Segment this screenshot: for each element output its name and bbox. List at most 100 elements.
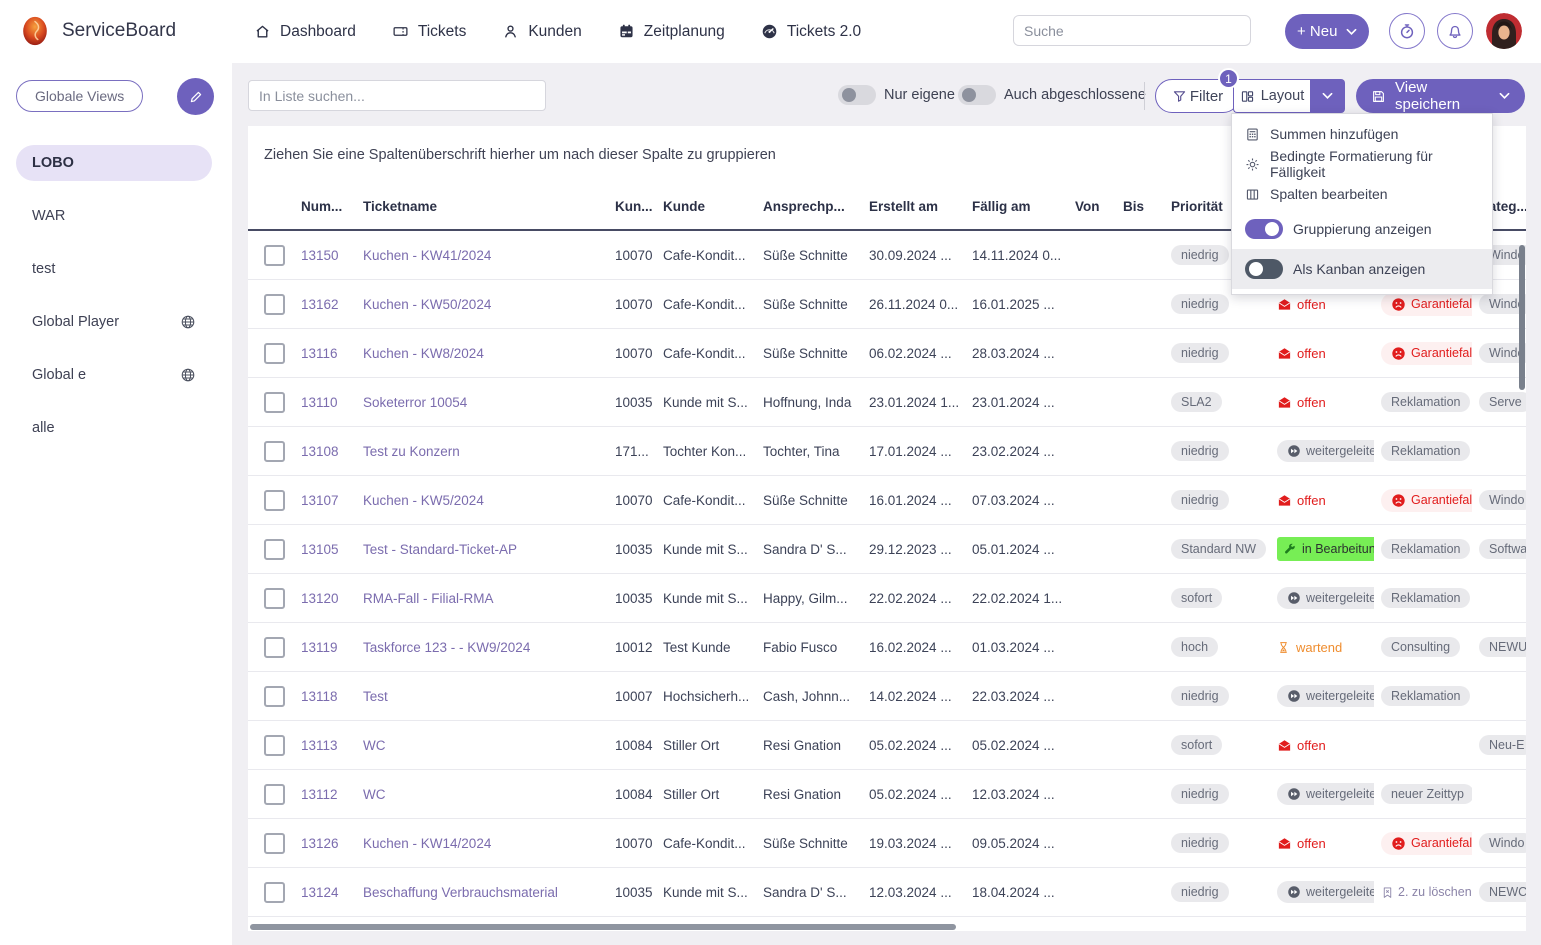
row-checkbox[interactable] (264, 343, 285, 364)
row-checkbox[interactable] (264, 833, 285, 854)
sidebar-item-global-player[interactable]: Global Player (16, 304, 212, 340)
table-row[interactable]: 13126Kuchen - KW14/202410070Cafe-Kondit.… (248, 819, 1526, 868)
table-row[interactable]: 13113WC10084Stiller OrtResi Gnation05.02… (248, 721, 1526, 770)
timer-button[interactable] (1389, 13, 1425, 49)
nav-item-kunden[interactable]: Kunden (502, 23, 581, 41)
sidebar-item-test[interactable]: test (16, 251, 212, 287)
row-checkbox[interactable] (264, 882, 285, 903)
row-checkbox[interactable] (264, 490, 285, 511)
sidebar-item-war[interactable]: WAR (16, 198, 212, 234)
menu-item-bedingte-formatierung-für-fälligkeit[interactable]: Bedingte Formatierung für Fälligkeit (1232, 149, 1492, 179)
row-checkbox[interactable] (264, 245, 285, 266)
nav-item-tickets-2-0[interactable]: Tickets 2.0 (761, 23, 861, 41)
vertical-scrollbar[interactable] (1519, 245, 1525, 390)
layout-button-main[interactable]: Layout (1233, 79, 1310, 113)
include-closed-toggle[interactable] (958, 85, 996, 105)
ticket-number-link[interactable]: 13119 (301, 640, 338, 655)
table-row[interactable]: 13119Taskforce 123 - - KW9/202410012Test… (248, 623, 1526, 672)
sidebar-item-global-e[interactable]: Global e (16, 357, 212, 393)
user-avatar[interactable] (1486, 13, 1522, 49)
ticket-number-link[interactable]: 13118 (301, 689, 338, 704)
gruppierung-anzeigen-toggle[interactable] (1245, 219, 1283, 239)
nav-item-tickets[interactable]: Tickets (392, 23, 467, 41)
ticket-number-link[interactable]: 13110 (301, 395, 338, 410)
table-row[interactable]: 13105Test - Standard-Ticket-AP10035Kunde… (248, 525, 1526, 574)
layout-dropdown-arrow[interactable] (1310, 79, 1345, 113)
table-row[interactable]: 13107Kuchen - KW5/202410070Cafe-Kondit..… (248, 476, 1526, 525)
column-header-num[interactable]: Num... (294, 199, 356, 214)
global-search-input[interactable] (1013, 15, 1251, 46)
row-checkbox[interactable] (264, 686, 285, 707)
table-row[interactable]: 13108Test zu Konzern171...Tochter Kon...… (248, 427, 1526, 476)
column-header-kunde[interactable]: Kunde (656, 199, 756, 214)
menu-item-gruppierung-anzeigen[interactable]: Gruppierung anzeigen (1232, 209, 1492, 249)
menu-item-summen-hinzufügen[interactable]: Summen hinzufügen (1232, 119, 1492, 149)
layout-button[interactable]: Layout (1233, 79, 1345, 113)
save-view-button[interactable]: View speichern (1356, 79, 1525, 113)
row-checkbox[interactable] (264, 539, 285, 560)
row-checkbox[interactable] (264, 735, 285, 756)
column-header-fällig-am[interactable]: Fällig am (965, 199, 1068, 214)
ticket-name-link[interactable]: Taskforce 123 - - KW9/2024 (363, 640, 530, 655)
row-checkbox[interactable] (264, 441, 285, 462)
ticket-name-link[interactable]: Kuchen - KW8/2024 (363, 346, 484, 361)
ticket-number-link[interactable]: 13107 (301, 493, 339, 508)
row-checkbox[interactable] (264, 784, 285, 805)
ticket-name-link[interactable]: Test zu Konzern (363, 444, 460, 459)
ticket-name-link[interactable]: Soketerror 10054 (363, 395, 467, 410)
menu-item-spalten-bearbeiten[interactable]: Spalten bearbeiten (1232, 179, 1492, 209)
ticket-name-link[interactable]: Kuchen - KW14/2024 (363, 836, 491, 851)
table-row[interactable]: 13124Beschaffung Verbrauchsmaterial10035… (248, 868, 1526, 917)
ticket-number-link[interactable]: 13150 (301, 248, 339, 263)
horizontal-scrollbar[interactable] (250, 924, 956, 930)
ticket-number-link[interactable]: 13126 (301, 836, 339, 851)
ticket-number-link[interactable]: 13108 (301, 444, 339, 459)
row-checkbox[interactable] (264, 637, 285, 658)
ticket-number-link[interactable]: 13124 (301, 885, 339, 900)
only-own-toggle[interactable] (838, 85, 876, 105)
column-header-von[interactable]: Von (1068, 199, 1116, 214)
table-row[interactable]: 13118Test10007Hochsicherh...Cash, Johnn.… (248, 672, 1526, 721)
column-header-ticketname[interactable]: Ticketname (356, 199, 608, 214)
ticket-name-link[interactable]: Kuchen - KW41/2024 (363, 248, 491, 263)
ticket-name-link[interactable]: Kuchen - KW5/2024 (363, 493, 484, 508)
ticket-name-link[interactable]: WC (363, 787, 386, 802)
table-row[interactable]: 13116Kuchen - KW8/202410070Cafe-Kondit..… (248, 329, 1526, 378)
ticket-number-link[interactable]: 13120 (301, 591, 339, 606)
ticket-number-link[interactable]: 13105 (301, 542, 339, 557)
customer-number-cell: 10070 (608, 248, 656, 263)
ticket-number-link[interactable]: 13162 (301, 297, 339, 312)
new-button[interactable]: + Neu (1285, 14, 1369, 49)
notifications-button[interactable] (1437, 13, 1473, 49)
edit-views-button[interactable] (177, 78, 214, 115)
status-cell: offen (1270, 395, 1374, 410)
menu-item-als-kanban-anzeigen[interactable]: Als Kanban anzeigen (1232, 249, 1492, 289)
row-checkbox[interactable] (264, 588, 285, 609)
ticket-name-link[interactable]: WC (363, 738, 386, 753)
nav-item-dashboard[interactable]: Dashboard (254, 23, 356, 41)
column-header-erstellt-am[interactable]: Erstellt am (862, 199, 965, 214)
sidebar-item-alle[interactable]: alle (16, 410, 212, 446)
table-row[interactable]: 13120RMA-Fall - Filial-RMA10035Kunde mit… (248, 574, 1526, 623)
row-checkbox[interactable] (264, 294, 285, 315)
column-header-ansprechp[interactable]: Ansprechp... (756, 199, 862, 214)
ticket-number-link[interactable]: 13112 (301, 787, 338, 802)
global-views-button[interactable]: Globale Views (16, 80, 143, 112)
ticket-name-link[interactable]: Test - Standard-Ticket-AP (363, 542, 517, 557)
column-header-kun[interactable]: Kun... (608, 199, 656, 214)
ticket-name-link[interactable]: RMA-Fall - Filial-RMA (363, 591, 494, 606)
row-checkbox[interactable] (264, 392, 285, 413)
list-search-input[interactable] (248, 80, 546, 111)
als-kanban-anzeigen-toggle[interactable] (1245, 259, 1283, 279)
brand[interactable]: ServiceBoard (18, 14, 176, 48)
sidebar-item-lobo[interactable]: LOBO (16, 145, 212, 181)
ticket-name-link[interactable]: Test (363, 689, 388, 704)
ticket-number-link[interactable]: 13113 (301, 738, 338, 753)
ticket-number-link[interactable]: 13116 (301, 346, 338, 361)
table-row[interactable]: 13110Soketerror 1005410035Kunde mit S...… (248, 378, 1526, 427)
ticket-name-link[interactable]: Kuchen - KW50/2024 (363, 297, 491, 312)
column-header-bis[interactable]: Bis (1116, 199, 1164, 214)
ticket-name-link[interactable]: Beschaffung Verbrauchsmaterial (363, 885, 558, 900)
nav-item-zeitplanung[interactable]: Zeitplanung (618, 23, 725, 41)
table-row[interactable]: 13112WC10084Stiller OrtResi Gnation05.02… (248, 770, 1526, 819)
